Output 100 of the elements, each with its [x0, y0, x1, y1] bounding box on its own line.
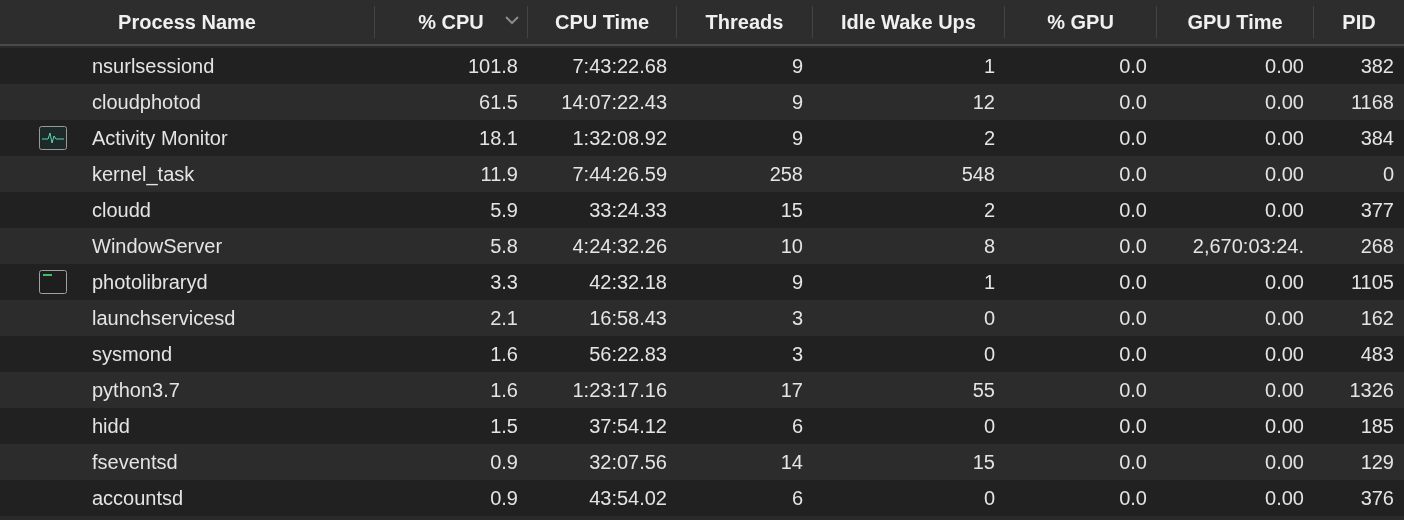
table-cell: 32:07.56: [589, 450, 667, 473]
table-cell: 0: [1382, 162, 1394, 185]
table-cell: 9: [791, 54, 803, 77]
table-cell: 10: [780, 234, 803, 257]
table-cell: 384: [1360, 126, 1394, 149]
column-header[interactable]: CPU Time: [528, 6, 677, 38]
table-cell: 61.5: [479, 90, 518, 113]
table-cell: 162: [1360, 306, 1394, 329]
column-header[interactable]: PID: [1314, 6, 1404, 38]
table-cell: cloudd: [92, 198, 151, 222]
table-cell: 185: [1360, 414, 1394, 437]
table-cell: 483: [1360, 342, 1394, 365]
table-cell: 0.00: [1265, 126, 1304, 149]
table-cell: 0.00: [1265, 54, 1304, 77]
table-cell: 33:24.33: [589, 198, 667, 221]
table-cell: 0.0: [1119, 270, 1147, 293]
table-cell: 1.5: [490, 414, 518, 437]
column-header[interactable]: GPU Time: [1157, 6, 1314, 38]
table-cell: 12: [972, 90, 995, 113]
table-cell: 0.0: [1119, 198, 1147, 221]
table-cell: 17: [780, 378, 803, 401]
column-header[interactable]: % GPU: [1005, 6, 1157, 38]
table-cell: 15: [780, 198, 803, 221]
table-cell: accountsd: [92, 486, 184, 510]
table-cell: 11.9: [480, 162, 518, 185]
table-cell: 268: [1360, 234, 1394, 257]
table-cell: 0.0: [1119, 414, 1147, 437]
table-cell: 1:32:08.92: [572, 126, 667, 149]
table-cell: 1105: [1351, 270, 1394, 293]
table-cell: 2.1: [490, 306, 518, 329]
table-cell: 377: [1360, 198, 1394, 221]
table-cell: cloudphotod: [92, 90, 201, 114]
sort-caret-icon[interactable]: [505, 16, 519, 25]
table-cell: hidd: [92, 414, 130, 438]
table-cell: python3.7: [92, 378, 180, 402]
table-cell: 129: [1360, 450, 1394, 473]
table-cell: Activity Monitor: [92, 126, 228, 150]
table-cell: sysmond: [92, 342, 173, 366]
table-cell: 0.00: [1265, 306, 1304, 329]
column-header[interactable]: Threads: [677, 6, 813, 38]
table-cell: 0.0: [1119, 90, 1147, 113]
table-cell: 376: [1360, 486, 1394, 509]
table-cell: kernel_task: [92, 162, 195, 186]
table-cell: 0: [983, 342, 995, 365]
chart-window-icon: [39, 126, 67, 150]
table-cell: 0.00: [1265, 198, 1304, 221]
table-cell: 0.00: [1265, 486, 1304, 509]
table-cell: fseventsd: [92, 450, 178, 474]
table-cell: launchservicesd: [92, 306, 236, 330]
table-cell: 1: [983, 54, 995, 77]
table-cell: 6: [791, 486, 803, 509]
table-cell: 0.00: [1265, 450, 1304, 473]
table-cell: 5.8: [490, 234, 518, 257]
column-header[interactable]: Idle Wake Ups: [813, 6, 1005, 38]
table-cell: 37:54.12: [589, 414, 667, 437]
table-cell: 0.0: [1119, 450, 1147, 473]
table-cell: 258: [769, 162, 803, 185]
table-cell: 0.00: [1265, 342, 1304, 365]
table-cell: 0.0: [1119, 54, 1147, 77]
table-cell: 43:54.02: [589, 486, 667, 509]
table-cell: 0.9: [490, 450, 518, 473]
table-cell: 4:24:32.26: [572, 234, 667, 257]
table-cell: WindowServer: [92, 234, 223, 258]
table-cell: 101.8: [467, 54, 518, 77]
table-cell: 9: [791, 126, 803, 149]
table-cell: 9: [791, 270, 803, 293]
table-cell: 1.6: [490, 378, 518, 401]
table-cell: 1: [983, 270, 995, 293]
table-cell: 3: [791, 306, 803, 329]
table-cell: 7:44:26.59: [572, 162, 667, 185]
table-cell: 0.00: [1265, 270, 1304, 293]
table-cell: 0.0: [1119, 162, 1147, 185]
table-cell: 1.6: [490, 342, 518, 365]
table-cell: 0.0: [1119, 342, 1147, 365]
table-cell: 14:07:22.43: [561, 90, 667, 113]
table-cell: 0.00: [1265, 162, 1304, 185]
table-cell: 0.00: [1265, 378, 1304, 401]
table-cell: 1168: [1351, 90, 1394, 113]
table-cell: 548: [961, 162, 995, 185]
table-cell: 18.1: [479, 126, 518, 149]
table-cell: 8: [983, 234, 995, 257]
table-cell: 0.0: [1119, 378, 1147, 401]
table-cell: 2: [983, 126, 995, 149]
table-cell: 5.9: [490, 198, 518, 221]
table-cell: 9: [791, 90, 803, 113]
table-cell: 16:58.43: [589, 306, 667, 329]
table-cell: 1326: [1349, 378, 1394, 401]
column-header[interactable]: Process Name: [0, 6, 375, 38]
table-cell: 0: [983, 486, 995, 509]
table-cell: 2,670:03:24.: [1192, 234, 1304, 257]
table-cell: 0.0: [1119, 486, 1147, 509]
table-cell: 0: [983, 414, 995, 437]
table-cell: 7:43:22.68: [572, 54, 667, 77]
table-cell: 56:22.83: [589, 342, 667, 365]
terminal-window-icon: [39, 270, 67, 294]
table-cell: 0: [983, 306, 995, 329]
table-cell: 0.0: [1119, 306, 1147, 329]
column-header[interactable]: % CPU: [375, 6, 528, 38]
table-cell: 6: [791, 414, 803, 437]
table-cell: 0.0: [1119, 126, 1147, 149]
